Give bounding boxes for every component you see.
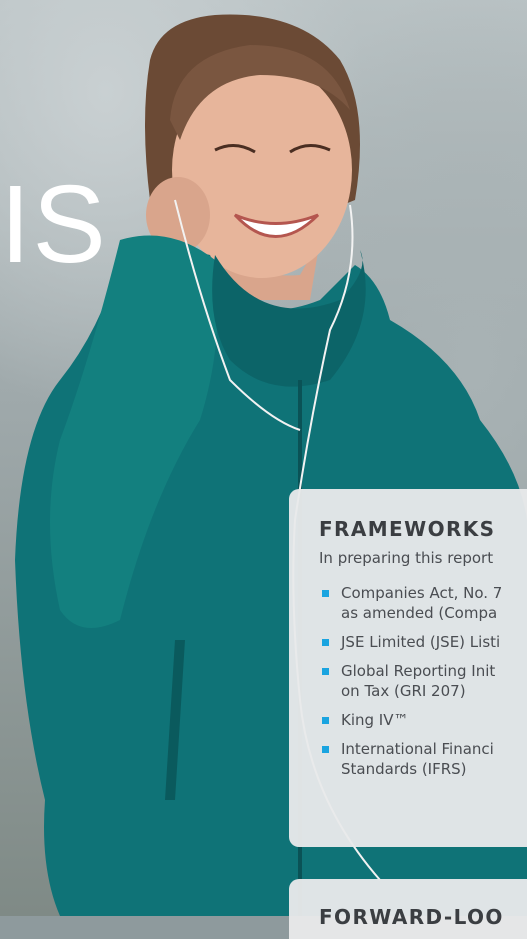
frameworks-intro: In preparing this report xyxy=(319,549,494,567)
forward-looking-heading: FORWARD-LOO xyxy=(319,905,504,929)
list-item: International Financi Standards (IFRS) xyxy=(319,739,527,779)
frameworks-card: FRAMEWORKS In preparing this report Comp… xyxy=(289,489,527,847)
list-item: Global Reporting Init on Tax (GRI 207) xyxy=(319,661,527,701)
bullet-square-icon xyxy=(322,717,329,724)
bullet-square-icon xyxy=(322,639,329,646)
frameworks-heading: FRAMEWORKS xyxy=(319,517,496,541)
hero-big-text: IS xyxy=(0,163,108,286)
bullet-square-icon xyxy=(322,746,329,753)
bullet-square-icon xyxy=(322,668,329,675)
list-item: Companies Act, No. 7 as amended (Compa xyxy=(319,583,527,623)
forward-looking-card: FORWARD-LOO xyxy=(289,879,527,939)
list-item: JSE Limited (JSE) Listi xyxy=(319,632,527,652)
frameworks-list: Companies Act, No. 7 as amended (Compa J… xyxy=(319,583,527,779)
bullet-square-icon xyxy=(322,590,329,597)
list-item: King IV™ xyxy=(319,710,527,730)
